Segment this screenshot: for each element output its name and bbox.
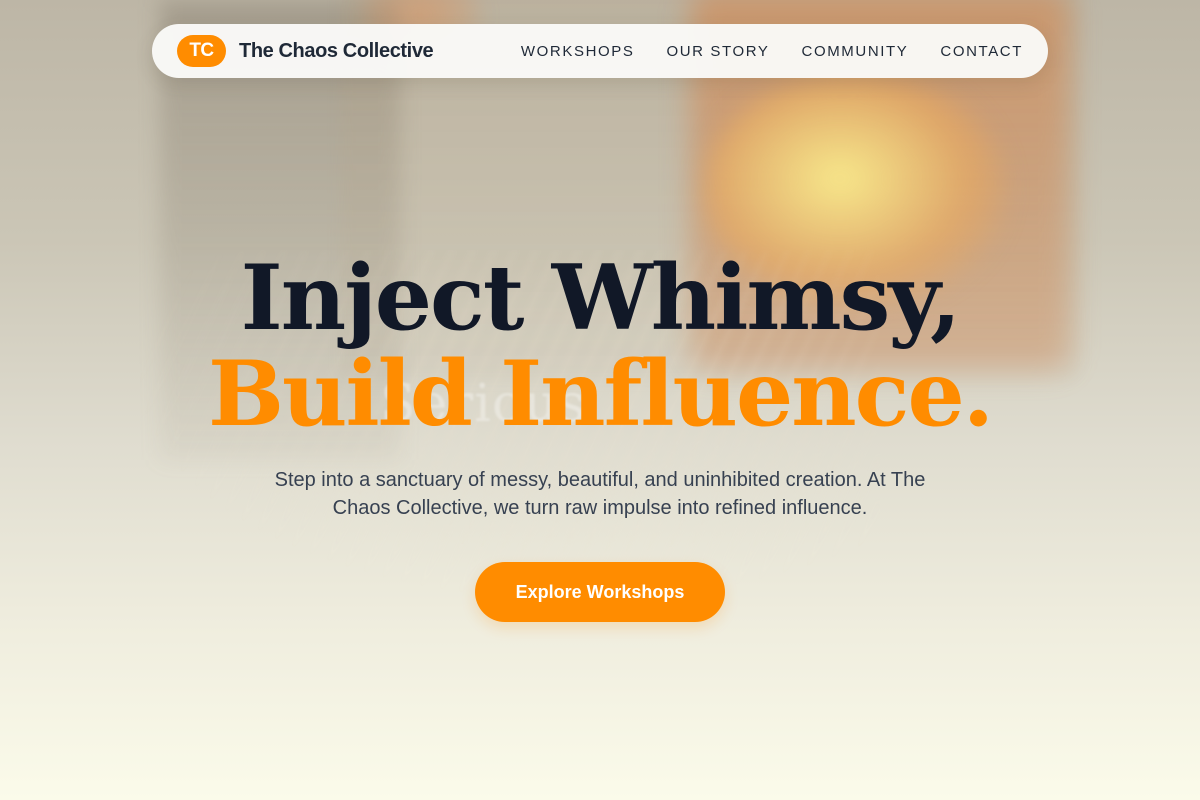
top-navigation-bar: TC The Chaos Collective WORKSHOPS OUR ST… [152, 24, 1048, 78]
brand-name: The Chaos Collective [239, 39, 434, 62]
headline-line-2: Build Influence. [207, 341, 994, 447]
headline-line-1: Inject Whimsy, [240, 245, 962, 351]
nav-links: WORKSHOPS OUR STORY COMMUNITY CONTACT [521, 43, 1023, 60]
hero-section: Inject Whimsy, Build Influence. Step int… [0, 250, 1200, 622]
hero-headline: Inject Whimsy, Build Influence. [0, 250, 1200, 442]
brand-logo-link[interactable]: TC The Chaos Collective [177, 35, 434, 67]
nav-link-workshops[interactable]: WORKSHOPS [521, 43, 635, 60]
brand-badge: TC [177, 35, 226, 67]
explore-workshops-button[interactable]: Explore Workshops [475, 562, 725, 622]
nav-link-community[interactable]: COMMUNITY [802, 43, 909, 60]
nav-link-our-story[interactable]: OUR STORY [666, 43, 769, 60]
hero-description: Step into a sanctuary of messy, beautifu… [274, 469, 926, 519]
nav-link-contact[interactable]: CONTACT [940, 43, 1023, 60]
